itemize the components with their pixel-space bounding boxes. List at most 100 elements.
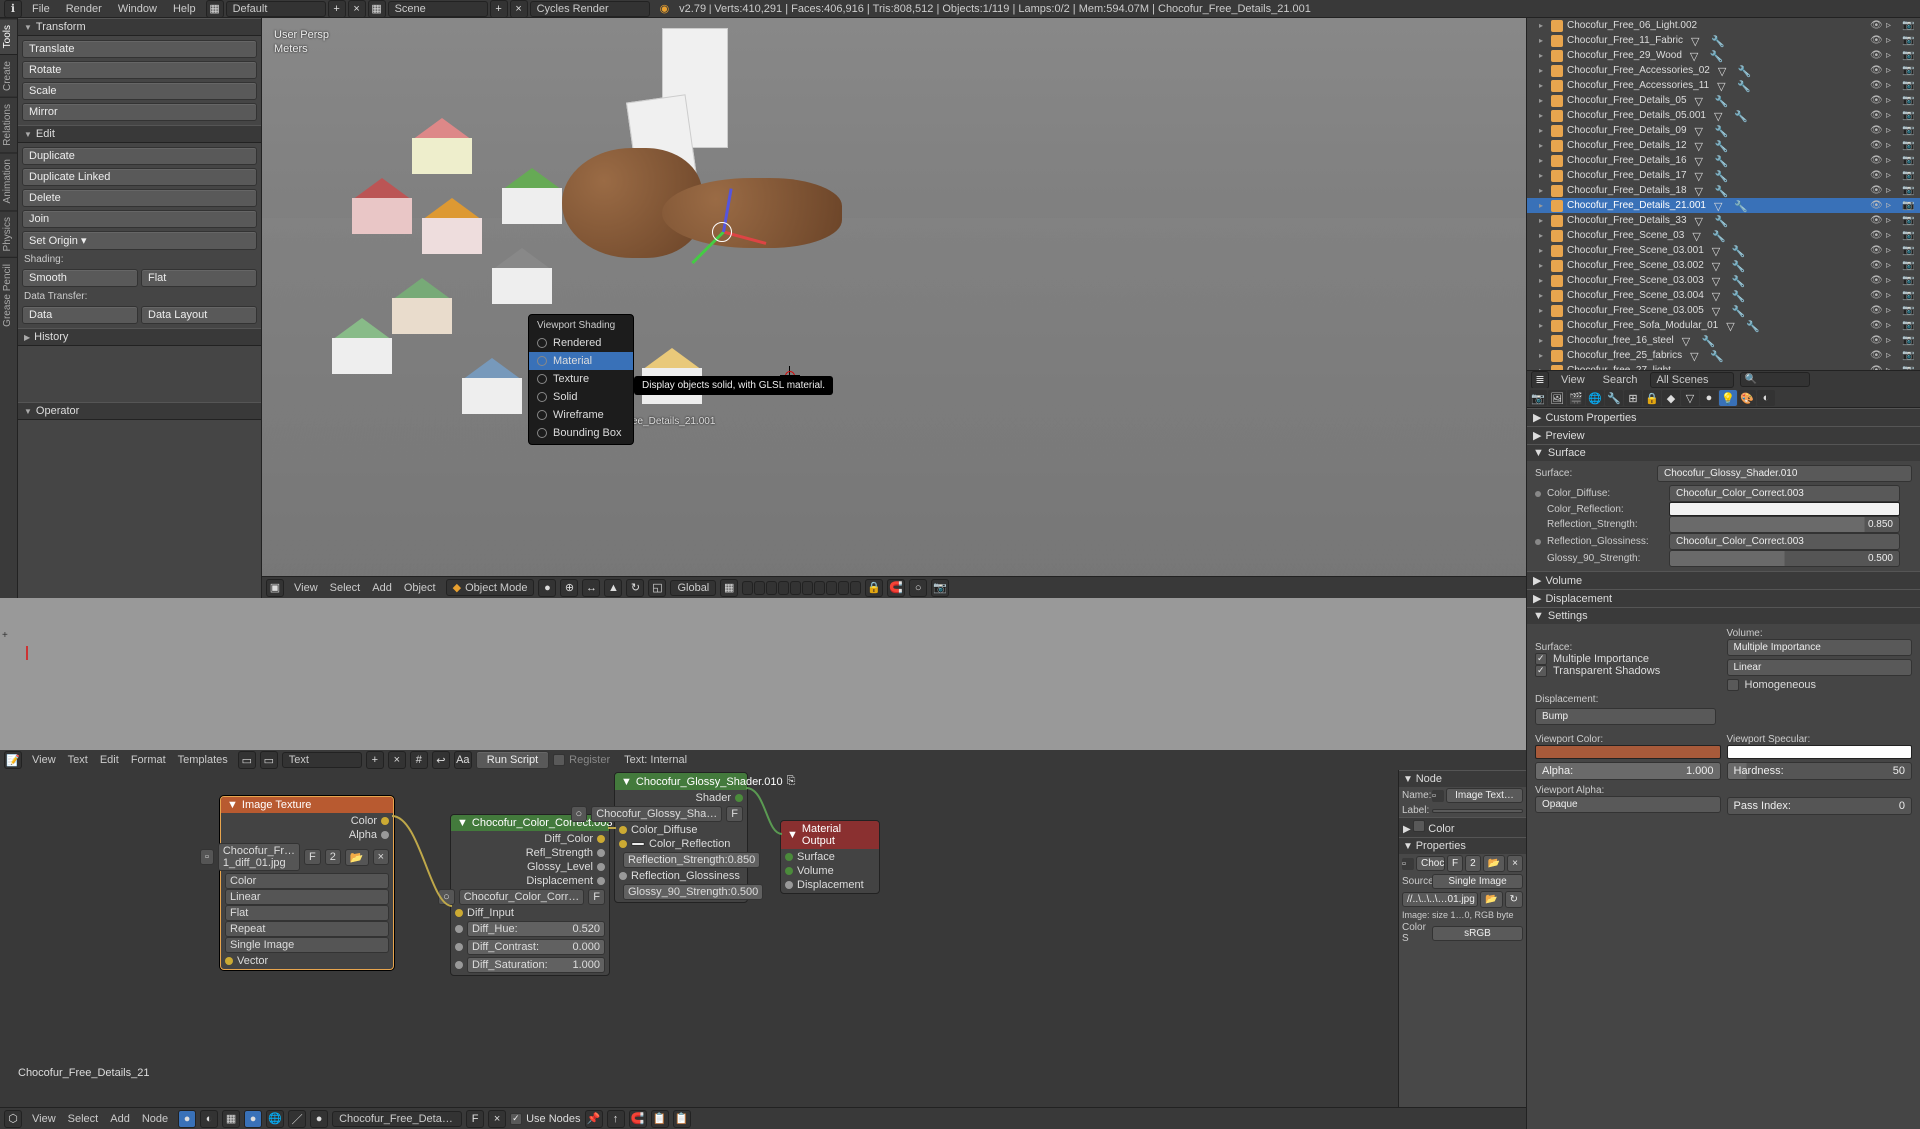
outliner-item[interactable]: ▸Chocofur_Free_Scene_03.001▽🔧👁▹📷 bbox=[1527, 243, 1920, 258]
outliner-item[interactable]: ▸Chocofur_Free_Scene_03.004▽🔧👁▹📷 bbox=[1527, 288, 1920, 303]
selectable-icon[interactable]: ▹ bbox=[1886, 230, 1898, 242]
selectable-icon[interactable]: ▹ bbox=[1886, 95, 1898, 107]
viewport-specular[interactable] bbox=[1727, 745, 1913, 759]
visibility-icon[interactable]: 👁 bbox=[1870, 245, 1882, 257]
node-label-field[interactable] bbox=[1432, 809, 1523, 813]
vol-sampling[interactable]: Multiple Importance bbox=[1727, 639, 1913, 656]
prop-tab-6[interactable]: 🔒 bbox=[1643, 390, 1661, 406]
world-shader-icon[interactable]: 🌐 bbox=[266, 1110, 284, 1128]
layer-1[interactable] bbox=[754, 581, 765, 595]
prop-tab-11[interactable]: 🎨 bbox=[1738, 390, 1756, 406]
node-menu-node[interactable]: Node bbox=[136, 1112, 174, 1126]
outliner-item[interactable]: ▸Chocofur_Free_Details_05▽🔧👁▹📷 bbox=[1527, 93, 1920, 108]
visibility-icon[interactable]: 👁 bbox=[1870, 305, 1882, 317]
visibility-icon[interactable]: 👁 bbox=[1870, 65, 1882, 77]
shading-texture[interactable]: Texture bbox=[529, 370, 633, 388]
vp-menu-view[interactable]: View bbox=[288, 581, 324, 595]
shading-bounding-box[interactable]: Bounding Box bbox=[529, 424, 633, 442]
prop-tab-2[interactable]: 🎬 bbox=[1567, 390, 1585, 406]
selectable-icon[interactable]: ▹ bbox=[1886, 125, 1898, 137]
visibility-icon[interactable]: 👁 bbox=[1870, 200, 1882, 212]
scale-button[interactable]: Scale bbox=[22, 82, 257, 100]
render-icon[interactable]: 📷 bbox=[1902, 140, 1914, 152]
shading-material[interactable]: Material bbox=[529, 352, 633, 370]
imgtex-single-image[interactable]: Single Image bbox=[225, 937, 389, 953]
outliner-item[interactable]: ▸Chocofur_Free_Details_05.001▽🔧👁▹📷 bbox=[1527, 108, 1920, 123]
selectable-icon[interactable]: ▹ bbox=[1886, 290, 1898, 302]
shade-flat-button[interactable]: Flat bbox=[141, 269, 257, 287]
line-numbers-icon[interactable]: # bbox=[410, 751, 428, 769]
shader-type-icon[interactable]: ● bbox=[178, 1110, 196, 1128]
visibility-icon[interactable]: 👁 bbox=[1870, 155, 1882, 167]
register-check[interactable] bbox=[553, 754, 565, 766]
outliner-item[interactable]: ▸Chocofur_Free_Details_18▽🔧👁▹📷 bbox=[1527, 183, 1920, 198]
outliner-item[interactable]: ▸Chocofur_Free_29_Wood▽🔧👁▹📷 bbox=[1527, 48, 1920, 63]
selectable-icon[interactable]: ▹ bbox=[1886, 50, 1898, 62]
viewport-alpha-mode[interactable]: Opaque bbox=[1535, 796, 1721, 813]
data-layout-button[interactable]: Data Layout bbox=[141, 306, 257, 324]
tab-relations[interactable]: Relations bbox=[0, 97, 17, 152]
layer-9[interactable] bbox=[850, 581, 861, 595]
visibility-icon[interactable]: 👁 bbox=[1870, 320, 1882, 332]
render-icon[interactable]: 📷 bbox=[1902, 125, 1914, 137]
mirror-button[interactable]: Mirror bbox=[22, 103, 257, 121]
menu-file[interactable]: File bbox=[24, 1, 58, 17]
viewport-alpha[interactable]: Alpha:1.000 bbox=[1535, 762, 1721, 780]
imgtex-linear[interactable]: Linear bbox=[225, 889, 389, 905]
duplicate-button[interactable]: Duplicate bbox=[22, 147, 257, 165]
layer-6[interactable] bbox=[814, 581, 825, 595]
tab-animation[interactable]: Animation bbox=[0, 152, 17, 209]
linestyle-icon[interactable]: ／ bbox=[288, 1110, 306, 1128]
custom-props-header[interactable]: ▶ Custom Properties bbox=[1527, 409, 1920, 426]
visibility-icon[interactable]: 👁 bbox=[1870, 215, 1882, 227]
render-icon[interactable]: 📷 bbox=[1902, 155, 1914, 167]
duplicate-linked-button[interactable]: Duplicate Linked bbox=[22, 168, 257, 186]
outliner-item[interactable]: ▸Chocofur_Free_Scene_03▽🔧👁▹📷 bbox=[1527, 228, 1920, 243]
visibility-icon[interactable]: 👁 bbox=[1870, 335, 1882, 347]
render-icon[interactable]: 📷 bbox=[1902, 50, 1914, 62]
layer-2[interactable] bbox=[766, 581, 777, 595]
selectable-icon[interactable]: ▹ bbox=[1886, 170, 1898, 182]
visibility-icon[interactable]: 👁 bbox=[1870, 350, 1882, 362]
tab-tools[interactable]: Tools bbox=[0, 18, 17, 54]
render-icon[interactable]: 📷 bbox=[1902, 305, 1914, 317]
menu-help[interactable]: Help bbox=[165, 1, 204, 17]
delete-button[interactable]: Delete bbox=[22, 189, 257, 207]
scene-icon[interactable]: ▦ bbox=[368, 0, 386, 18]
reflectionstrength-slider[interactable]: 0.850 bbox=[1669, 516, 1900, 533]
goto-parent-icon[interactable]: ↑ bbox=[607, 1110, 625, 1128]
outliner-item[interactable]: ▸Chocofur_Free_Details_17▽🔧👁▹📷 bbox=[1527, 168, 1920, 183]
outliner-item[interactable]: ▸Chocofur_Free_Accessories_02▽🔧👁▹📷 bbox=[1527, 63, 1920, 78]
visibility-icon[interactable]: 👁 bbox=[1870, 185, 1882, 197]
visibility-icon[interactable]: 👁 bbox=[1870, 20, 1882, 32]
text-menu-text[interactable]: Text bbox=[62, 753, 94, 767]
render-icon[interactable]: 📷 bbox=[1902, 320, 1914, 332]
render-icon[interactable]: 📷 bbox=[1902, 230, 1914, 242]
imgtex-color[interactable]: Color bbox=[225, 873, 389, 889]
imgtex-repeat[interactable]: Repeat bbox=[225, 921, 389, 937]
render-icon[interactable]: 📷 bbox=[1902, 245, 1914, 257]
add-layout-icon[interactable]: + bbox=[328, 0, 346, 18]
prop-tab-9[interactable]: ● bbox=[1700, 390, 1718, 406]
layers-icon[interactable]: ▦ bbox=[720, 579, 738, 597]
image-source[interactable]: Single Image bbox=[1432, 874, 1523, 889]
render-icon[interactable]: 📷 bbox=[1902, 185, 1914, 197]
outliner-item[interactable]: ▸Chocofur_Free_Details_21.001▽🔧👁▹📷 bbox=[1527, 198, 1920, 213]
node-name-field[interactable]: Image Text… bbox=[1446, 788, 1523, 803]
selectable-icon[interactable]: ▹ bbox=[1886, 185, 1898, 197]
outliner-item[interactable]: ▸Chocofur_Free_06_Light.002👁▹📷 bbox=[1527, 18, 1920, 33]
selectable-icon[interactable]: ▹ bbox=[1886, 215, 1898, 227]
surface-shader-field[interactable]: Chocofur_Glossy_Shader.010 bbox=[1657, 465, 1912, 482]
node-menu-add[interactable]: Add bbox=[104, 1112, 136, 1126]
edit-panel-header[interactable]: Edit bbox=[18, 125, 261, 143]
surface-header[interactable]: ▼ Surface bbox=[1527, 445, 1920, 461]
vol-interp[interactable]: Linear bbox=[1727, 659, 1913, 676]
vp-menu-add[interactable]: Add bbox=[366, 581, 398, 595]
outliner-editor-icon[interactable]: ≣ bbox=[1531, 371, 1549, 389]
prop-tab-1[interactable]: 🖼 bbox=[1548, 390, 1566, 406]
render-icon[interactable]: 📷 bbox=[1902, 35, 1914, 47]
prop-tab-10[interactable]: 💡 bbox=[1719, 390, 1737, 406]
material-datablock[interactable]: Chocofur_Free_Deta… bbox=[332, 1111, 462, 1127]
prop-tab-3[interactable]: 🌐 bbox=[1586, 390, 1604, 406]
snap-icon[interactable]: 🧲 bbox=[887, 579, 905, 597]
